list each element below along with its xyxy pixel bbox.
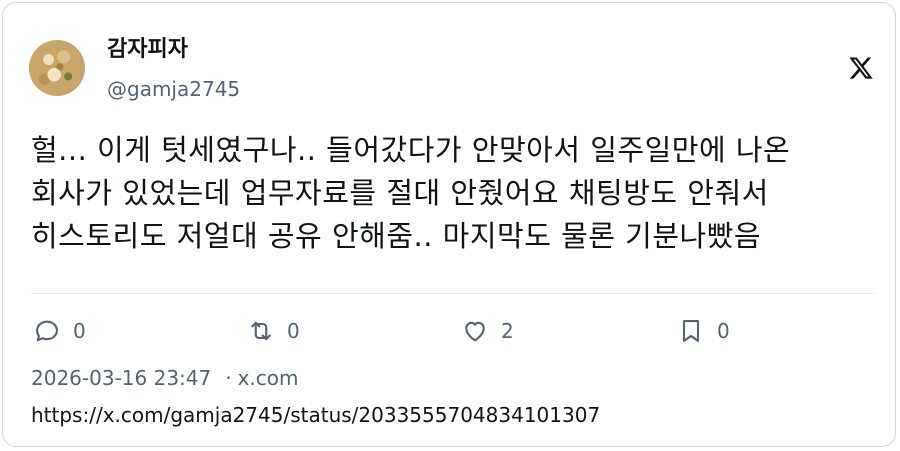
bookmark-count: 0 — [717, 319, 730, 343]
like-button[interactable]: 2 — [461, 315, 514, 347]
timestamp[interactable]: 2026-03-16 23:47 — [31, 366, 211, 390]
tweet-text-line: 헐... 이게 텃세였구나.. 들어갔다가 안맞아서 일주일만에 나온 — [31, 133, 791, 167]
reply-button[interactable]: 0 — [33, 315, 86, 347]
separator: · — [225, 366, 232, 390]
repost-count: 0 — [287, 319, 300, 343]
heart-icon — [465, 321, 485, 342]
source-link[interactable]: x.com — [238, 366, 299, 390]
tweet-card: 감자피자 @gamja2745 헐... 이게 텃세였구나.. 들어갔다가 안맞… — [2, 2, 896, 447]
like-count: 2 — [501, 319, 514, 343]
author-display-name[interactable]: 감자피자 — [107, 36, 188, 64]
author-handle[interactable]: @gamja2745 — [107, 76, 240, 102]
bookmark-button[interactable]: 0 — [677, 315, 730, 347]
tweet-text-line: 회사가 있었는데 업무자료를 절대 안줬어요 채팅방도 안줘서 — [31, 176, 769, 210]
divider — [31, 293, 875, 294]
tweet-meta: 2026-03-16 23:47 · x.com — [31, 364, 299, 392]
tweet-text: 헐... 이게 텃세였구나.. 들어갔다가 안맞아서 일주일만에 나온 회사가 … — [31, 129, 871, 258]
repost-button[interactable]: 0 — [247, 315, 300, 347]
reply-count: 0 — [73, 319, 86, 343]
repost-icon — [251, 321, 271, 341]
x-logo-icon[interactable] — [848, 55, 874, 81]
bookmark-icon — [682, 320, 700, 342]
reply-icon — [36, 320, 58, 342]
tweet-text-line: 히스토리도 저얼대 공유 안해줌.. 마지막도 물론 기분나빴음 — [31, 219, 762, 253]
status-url[interactable]: https://x.com/gamja2745/status/203355570… — [31, 401, 600, 429]
avatar[interactable] — [29, 40, 85, 96]
